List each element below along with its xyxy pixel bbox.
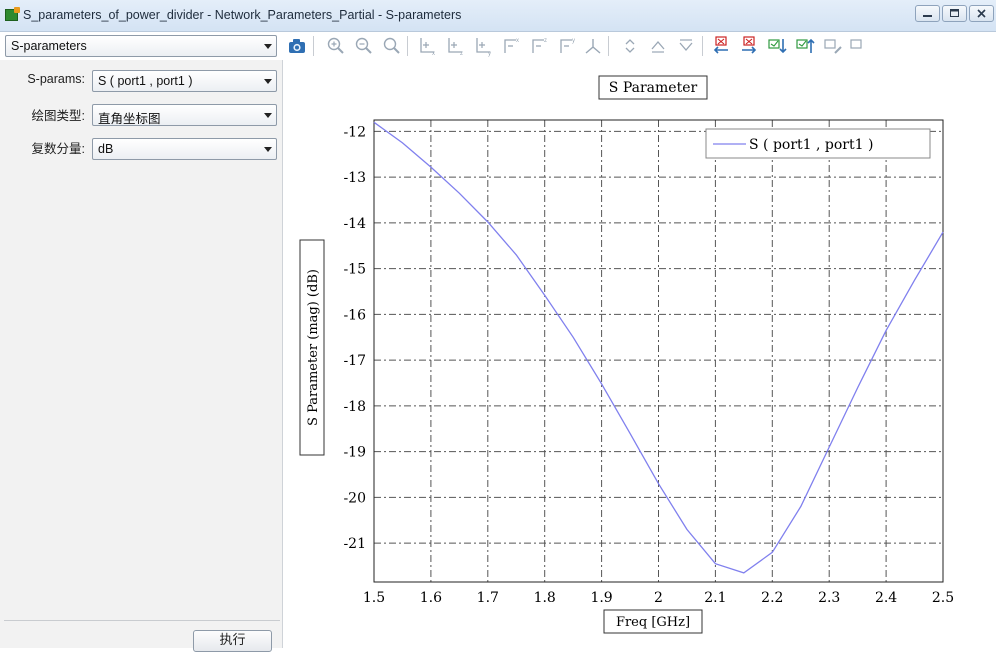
legend-series-label: S ( port1 , port1 ) <box>749 137 873 153</box>
marker-up-icon[interactable] <box>795 35 815 57</box>
y-tick-label: -21 <box>343 536 366 552</box>
plot-type-value: 直角坐标图 <box>98 112 161 126</box>
legend: S ( port1 , port1 ) <box>705 128 931 159</box>
camera-icon[interactable] <box>287 35 307 57</box>
x-tick-label: 1.9 <box>590 590 612 606</box>
down-icon[interactable] <box>676 35 696 57</box>
y-tick-label: -13 <box>343 170 366 186</box>
x-tick-label: 2 <box>654 590 663 606</box>
y-tick-label: -15 <box>343 262 366 278</box>
y-tick-label: -20 <box>343 490 366 506</box>
view-z-icon[interactable]: z <box>529 35 549 57</box>
minimize-button[interactable] <box>915 5 940 22</box>
settings-panel: S-params: S ( port1 , port1 ) 绘图类型: 直角坐标… <box>0 60 283 652</box>
chevron-down-icon <box>264 113 272 118</box>
panel-divider <box>4 620 280 621</box>
zoom-out-icon[interactable] <box>354 35 374 57</box>
complex-component-dropdown[interactable]: dB <box>92 138 277 160</box>
x-tick-label: 1.6 <box>420 590 442 606</box>
app-logo-icon <box>5 7 20 21</box>
x-axis-label: Freq [GHz] <box>616 615 690 630</box>
maximize-icon <box>950 9 959 17</box>
x-tick-label: 1.7 <box>477 590 499 606</box>
plot-type-label: 绘图类型: <box>31 109 85 123</box>
axis-z-icon[interactable]: z <box>445 35 465 57</box>
plot-toolbar: x z y x z y <box>283 33 996 59</box>
toolbar-separator <box>702 36 703 56</box>
toolbar-separator <box>313 36 314 56</box>
chevron-down-icon <box>264 79 272 84</box>
chevron-down-icon <box>264 44 272 49</box>
x-tick-label: 2.3 <box>818 590 840 606</box>
execute-button[interactable]: 执行 <box>193 630 272 652</box>
y-tick-label: -16 <box>343 307 366 323</box>
axes-3d-icon[interactable] <box>583 35 603 57</box>
svg-text:z: z <box>544 38 547 44</box>
sparams-label: S-params: <box>27 72 85 86</box>
chart-title: S Parameter <box>609 80 698 96</box>
marker-more-icon[interactable] <box>849 35 869 57</box>
y-axis-label: S Parameter (mag) (dB) <box>306 269 321 426</box>
y-tick-label: -12 <box>343 124 366 140</box>
close-icon <box>977 9 986 18</box>
maximize-button[interactable] <box>942 5 967 22</box>
y-tick-label: -14 <box>343 216 366 232</box>
marker-left-icon[interactable] <box>711 35 731 57</box>
result-selector-dropdown[interactable]: S-parameters <box>5 35 277 57</box>
svg-text:x: x <box>516 38 519 44</box>
x-tick-label: 2.4 <box>875 590 897 606</box>
x-tick-label: 2.1 <box>704 590 726 606</box>
x-tick-label: 2.5 <box>932 590 954 606</box>
toolbar-separator <box>407 36 408 56</box>
zoom-fit-icon[interactable] <box>382 35 402 57</box>
marker-edit-icon[interactable] <box>823 35 843 57</box>
x-tick-label: 1.5 <box>363 590 385 606</box>
y-tick-label: -19 <box>343 445 366 461</box>
marker-right-icon[interactable] <box>739 35 759 57</box>
svg-text:y: y <box>572 38 575 44</box>
zoom-in-icon[interactable] <box>326 35 346 57</box>
view-y-icon[interactable]: y <box>557 35 577 57</box>
svg-text:z: z <box>460 51 463 57</box>
window-title-bar: S_parameters_of_power_divider - Network_… <box>0 0 996 32</box>
plot-area: S Parameter S Parameter (mag) (dB) Freq … <box>286 60 996 648</box>
svg-text:x: x <box>432 51 435 57</box>
collapse-icon[interactable] <box>620 35 640 57</box>
x-tick-label: 1.8 <box>534 590 556 606</box>
y-tick-label: -18 <box>343 399 366 415</box>
up-icon[interactable] <box>648 35 668 57</box>
sparams-value: S ( port1 , port1 ) <box>98 74 193 88</box>
sparams-dropdown[interactable]: S ( port1 , port1 ) <box>92 70 277 92</box>
toolbar-separator <box>608 36 609 56</box>
svg-text:y: y <box>488 51 491 57</box>
result-selector-value: S-parameters <box>11 39 87 53</box>
chart-ticks: 1.5 1.6 1.7 1.8 1.9 2 2.1 2.2 2.3 2.4 2.5 -12 -13 -14… <box>343 124 954 606</box>
plot-type-dropdown[interactable]: 直角坐标图 <box>92 104 277 126</box>
chart-grid <box>373 120 944 582</box>
y-tick-label: -17 <box>343 353 366 369</box>
minimize-icon <box>923 15 932 17</box>
axis-y-icon[interactable]: y <box>473 35 493 57</box>
window-title: S_parameters_of_power_divider - Network_… <box>23 8 462 22</box>
complex-component-value: dB <box>98 142 114 156</box>
axis-x-icon[interactable]: x <box>417 35 437 57</box>
marker-down-icon[interactable] <box>767 35 787 57</box>
chevron-down-icon <box>264 147 272 152</box>
s-parameter-chart: S Parameter S Parameter (mag) (dB) Freq … <box>299 75 954 634</box>
view-x-icon[interactable]: x <box>501 35 521 57</box>
complex-component-label: 复数分量: <box>31 142 85 156</box>
x-tick-label: 2.2 <box>761 590 783 606</box>
close-button[interactable] <box>969 5 994 22</box>
window-controls <box>915 5 994 22</box>
